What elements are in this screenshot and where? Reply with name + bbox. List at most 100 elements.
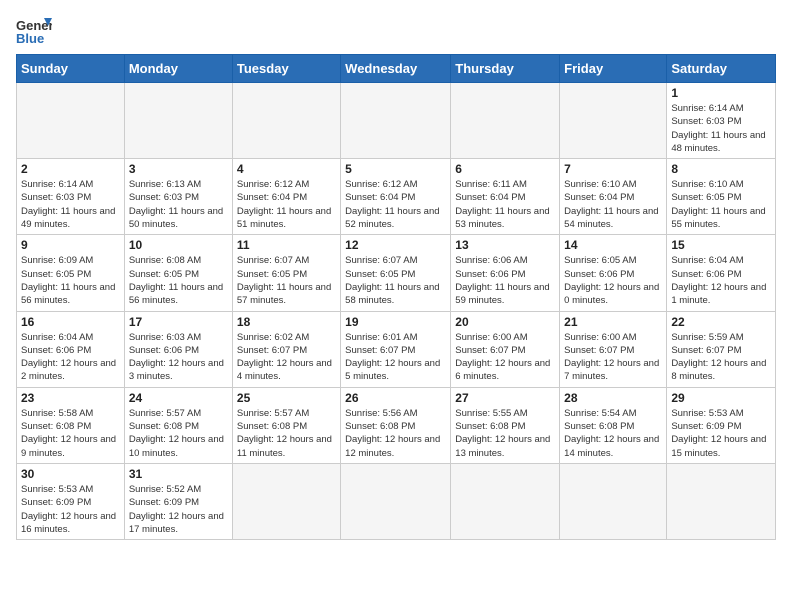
- day-sun-info: Sunrise: 5:57 AM Sunset: 6:08 PM Dayligh…: [237, 407, 336, 460]
- day-number: 27: [455, 391, 555, 405]
- calendar-day-cell: 9Sunrise: 6:09 AM Sunset: 6:05 PM Daylig…: [17, 235, 125, 311]
- calendar-header-row: SundayMondayTuesdayWednesdayThursdayFrid…: [17, 55, 776, 83]
- day-number: 23: [21, 391, 120, 405]
- calendar-day-cell: [667, 463, 776, 539]
- logo-icon: General Blue: [16, 16, 52, 46]
- day-sun-info: Sunrise: 6:10 AM Sunset: 6:04 PM Dayligh…: [564, 178, 662, 231]
- day-sun-info: Sunrise: 6:12 AM Sunset: 6:04 PM Dayligh…: [345, 178, 446, 231]
- day-number: 31: [129, 467, 228, 481]
- calendar-day-cell: [341, 83, 451, 159]
- day-sun-info: Sunrise: 6:00 AM Sunset: 6:07 PM Dayligh…: [455, 331, 555, 384]
- day-number: 11: [237, 238, 336, 252]
- calendar-day-cell: 1Sunrise: 6:14 AM Sunset: 6:03 PM Daylig…: [667, 83, 776, 159]
- logo: General Blue: [16, 16, 52, 46]
- day-sun-info: Sunrise: 5:56 AM Sunset: 6:08 PM Dayligh…: [345, 407, 446, 460]
- calendar-week-row: 23 Sunrise: 5:58 AM Sunset: 6:08 PM Dayli…: [17, 387, 776, 463]
- day-number: 14: [564, 238, 662, 252]
- day-number: 5: [345, 162, 446, 176]
- calendar-day-cell: [232, 463, 340, 539]
- day-of-week-header: Thursday: [451, 55, 560, 83]
- day-number: 26: [345, 391, 446, 405]
- day-sun-info: Sunrise: 5:54 AM Sunset: 6:08 PM Dayligh…: [564, 407, 662, 460]
- calendar-day-cell: 3 Sunrise: 6:13 AM Sunset: 6:03 PM Daylig…: [124, 159, 232, 235]
- day-sun-info: Sunrise: 6:01 AM Sunset: 6:07 PM Dayligh…: [345, 331, 446, 384]
- day-sun-info: Sunrise: 5:53 AM Sunset: 6:09 PM Dayligh…: [671, 407, 771, 460]
- day-of-week-header: Wednesday: [341, 55, 451, 83]
- day-sun-info: Sunrise: 5:53 AM Sunset: 6:09 PM Dayligh…: [21, 483, 120, 536]
- calendar-day-cell: 23 Sunrise: 5:58 AM Sunset: 6:08 PM Dayli…: [17, 387, 125, 463]
- calendar-day-cell: 27 Sunrise: 5:55 AM Sunset: 6:08 PM Dayli…: [451, 387, 560, 463]
- day-sun-info: Sunrise: 6:00 AM Sunset: 6:07 PM Dayligh…: [564, 331, 662, 384]
- calendar-day-cell: [451, 463, 560, 539]
- day-sun-info: Sunrise: 6:08 AM Sunset: 6:05 PM Dayligh…: [129, 254, 228, 307]
- calendar-day-cell: 16 Sunrise: 6:04 AM Sunset: 6:06 PM Dayli…: [17, 311, 125, 387]
- calendar-day-cell: 20 Sunrise: 6:00 AM Sunset: 6:07 PM Dayli…: [451, 311, 560, 387]
- calendar-day-cell: 19Sunrise: 6:01 AM Sunset: 6:07 PM Dayli…: [341, 311, 451, 387]
- day-number: 13: [455, 238, 555, 252]
- day-number: 29: [671, 391, 771, 405]
- calendar-day-cell: 12Sunrise: 6:07 AM Sunset: 6:05 PM Dayli…: [341, 235, 451, 311]
- calendar-day-cell: [451, 83, 560, 159]
- calendar-day-cell: 21 Sunrise: 6:00 AM Sunset: 6:07 PM Dayli…: [560, 311, 667, 387]
- calendar-day-cell: 26 Sunrise: 5:56 AM Sunset: 6:08 PM Dayli…: [341, 387, 451, 463]
- day-sun-info: Sunrise: 5:58 AM Sunset: 6:08 PM Dayligh…: [21, 407, 120, 460]
- page-header: General Blue: [16, 16, 776, 46]
- day-number: 10: [129, 238, 228, 252]
- calendar-day-cell: 28 Sunrise: 5:54 AM Sunset: 6:08 PM Dayli…: [560, 387, 667, 463]
- day-number: 6: [455, 162, 555, 176]
- day-number: 9: [21, 238, 120, 252]
- calendar-day-cell: 25 Sunrise: 5:57 AM Sunset: 6:08 PM Dayli…: [232, 387, 340, 463]
- calendar-table: SundayMondayTuesdayWednesdayThursdayFrid…: [16, 54, 776, 540]
- day-number: 22: [671, 315, 771, 329]
- calendar-week-row: 2 Sunrise: 6:14 AM Sunset: 6:03 PM Daylig…: [17, 159, 776, 235]
- calendar-day-cell: [232, 83, 340, 159]
- calendar-day-cell: 11 Sunrise: 6:07 AM Sunset: 6:05 PM Dayli…: [232, 235, 340, 311]
- calendar-day-cell: 18Sunrise: 6:02 AM Sunset: 6:07 PM Dayli…: [232, 311, 340, 387]
- day-number: 1: [671, 86, 771, 100]
- calendar-day-cell: 2 Sunrise: 6:14 AM Sunset: 6:03 PM Daylig…: [17, 159, 125, 235]
- day-sun-info: Sunrise: 5:55 AM Sunset: 6:08 PM Dayligh…: [455, 407, 555, 460]
- day-number: 12: [345, 238, 446, 252]
- calendar-day-cell: 22Sunrise: 5:59 AM Sunset: 6:07 PM Dayli…: [667, 311, 776, 387]
- calendar-week-row: 16 Sunrise: 6:04 AM Sunset: 6:06 PM Dayli…: [17, 311, 776, 387]
- calendar-day-cell: 13 Sunrise: 6:06 AM Sunset: 6:06 PM Dayli…: [451, 235, 560, 311]
- calendar-day-cell: 8Sunrise: 6:10 AM Sunset: 6:05 PM Daylig…: [667, 159, 776, 235]
- day-sun-info: Sunrise: 6:04 AM Sunset: 6:06 PM Dayligh…: [671, 254, 771, 307]
- day-of-week-header: Sunday: [17, 55, 125, 83]
- calendar-day-cell: 24Sunrise: 5:57 AM Sunset: 6:08 PM Dayli…: [124, 387, 232, 463]
- day-number: 8: [671, 162, 771, 176]
- calendar-day-cell: [560, 83, 667, 159]
- day-number: 17: [129, 315, 228, 329]
- day-number: 4: [237, 162, 336, 176]
- day-of-week-header: Saturday: [667, 55, 776, 83]
- day-number: 21: [564, 315, 662, 329]
- day-number: 16: [21, 315, 120, 329]
- day-sun-info: Sunrise: 6:14 AM Sunset: 6:03 PM Dayligh…: [21, 178, 120, 231]
- day-number: 25: [237, 391, 336, 405]
- calendar-day-cell: 4 Sunrise: 6:12 AM Sunset: 6:04 PM Daylig…: [232, 159, 340, 235]
- day-sun-info: Sunrise: 6:06 AM Sunset: 6:06 PM Dayligh…: [455, 254, 555, 307]
- day-number: 3: [129, 162, 228, 176]
- day-number: 28: [564, 391, 662, 405]
- calendar-week-row: 30Sunrise: 5:53 AM Sunset: 6:09 PM Dayli…: [17, 463, 776, 539]
- svg-text:Blue: Blue: [16, 31, 44, 46]
- day-number: 24: [129, 391, 228, 405]
- day-number: 20: [455, 315, 555, 329]
- calendar-day-cell: 7Sunrise: 6:10 AM Sunset: 6:04 PM Daylig…: [560, 159, 667, 235]
- day-of-week-header: Monday: [124, 55, 232, 83]
- day-number: 18: [237, 315, 336, 329]
- day-sun-info: Sunrise: 6:11 AM Sunset: 6:04 PM Dayligh…: [455, 178, 555, 231]
- day-number: 2: [21, 162, 120, 176]
- day-of-week-header: Tuesday: [232, 55, 340, 83]
- day-sun-info: Sunrise: 6:13 AM Sunset: 6:03 PM Dayligh…: [129, 178, 228, 231]
- day-of-week-header: Friday: [560, 55, 667, 83]
- calendar-day-cell: 15 Sunrise: 6:04 AM Sunset: 6:06 PM Dayli…: [667, 235, 776, 311]
- calendar-day-cell: [341, 463, 451, 539]
- day-sun-info: Sunrise: 6:07 AM Sunset: 6:05 PM Dayligh…: [237, 254, 336, 307]
- day-sun-info: Sunrise: 5:52 AM Sunset: 6:09 PM Dayligh…: [129, 483, 228, 536]
- day-sun-info: Sunrise: 6:12 AM Sunset: 6:04 PM Dayligh…: [237, 178, 336, 231]
- calendar-day-cell: 6 Sunrise: 6:11 AM Sunset: 6:04 PM Daylig…: [451, 159, 560, 235]
- day-sun-info: Sunrise: 6:04 AM Sunset: 6:06 PM Dayligh…: [21, 331, 120, 384]
- calendar-week-row: 9Sunrise: 6:09 AM Sunset: 6:05 PM Daylig…: [17, 235, 776, 311]
- day-number: 15: [671, 238, 771, 252]
